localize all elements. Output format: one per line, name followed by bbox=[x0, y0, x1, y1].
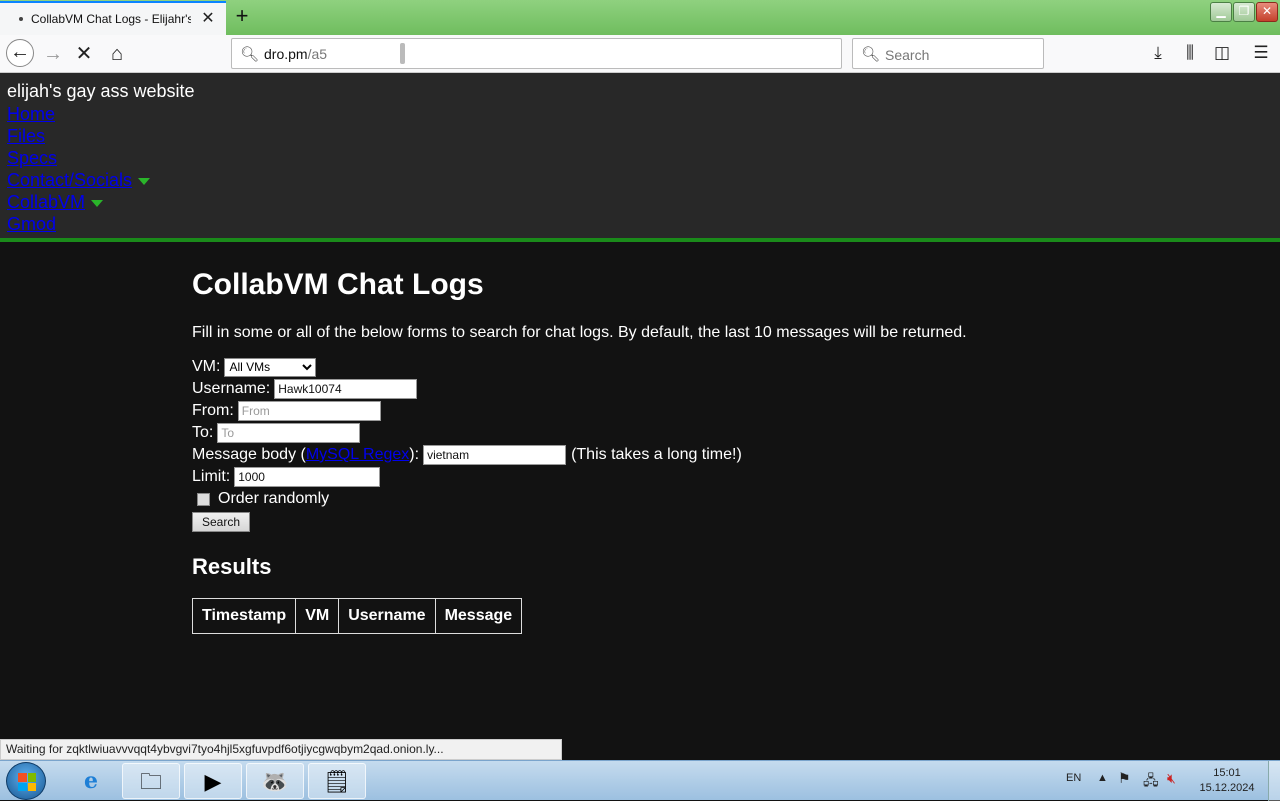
taskbar: e 🗀 ▶ 🦝 🗒 EN ▲ ⚑ 🖧 🔇︎ 15:01 15.12.2024 bbox=[0, 760, 1280, 801]
search-icon: 🔍︎ bbox=[861, 46, 881, 63]
file-explorer-icon[interactable]: 🗀 bbox=[122, 763, 180, 799]
loading-dot-icon bbox=[19, 17, 23, 21]
order-randomly-checkbox[interactable] bbox=[197, 492, 210, 506]
media-player-icon[interactable]: ▶ bbox=[184, 763, 242, 799]
from-input[interactable] bbox=[237, 401, 381, 421]
mouse-cursor bbox=[400, 43, 405, 64]
browser-tab-bar: CollabVM Chat Logs - Elijahr's ✕ + ▁ ❐ ✕ bbox=[0, 0, 1280, 35]
new-tab-button[interactable]: + bbox=[232, 5, 252, 29]
column-header[interactable]: Message bbox=[434, 598, 523, 634]
dropdown-arrow-icon[interactable] bbox=[91, 200, 104, 208]
to-row: To: bbox=[192, 422, 1092, 444]
menu-icon[interactable]: ☰ bbox=[1249, 41, 1273, 65]
minimize-icon[interactable]: ▁ bbox=[1210, 2, 1232, 22]
action-center-flag-icon[interactable]: ⚑ bbox=[1118, 770, 1131, 787]
limit-label: Limit: bbox=[192, 468, 231, 485]
internet-explorer-icon[interactable]: e bbox=[62, 763, 120, 799]
search-bar[interactable]: 🔍︎ Search bbox=[852, 38, 1044, 69]
username-label: Username: bbox=[192, 380, 271, 397]
search-icon: 🔍︎ bbox=[240, 46, 260, 63]
from-row: From: bbox=[192, 400, 1092, 422]
arrow-left-icon: ← bbox=[10, 41, 30, 63]
site-header: elijah's gay ass website Home Files Spec… bbox=[0, 73, 1280, 242]
clock-time: 15:01 bbox=[1213, 767, 1241, 779]
nav-gmod[interactable]: Gmod bbox=[7, 213, 150, 235]
status-bar: Waiting for zqktlwiuavvvqqt4ybvgvi7tyo4h… bbox=[0, 739, 562, 760]
mysql-regex-link[interactable]: MySQL Regex bbox=[306, 444, 409, 466]
site-nav: Home Files Specs Contact/Socials CollabV… bbox=[7, 103, 151, 235]
close-window-icon[interactable]: ✕ bbox=[1256, 2, 1278, 22]
to-label: To: bbox=[192, 424, 214, 441]
home-button[interactable]: ⌂ bbox=[103, 41, 131, 67]
page-description: Fill in some or all of the below forms t… bbox=[192, 324, 967, 341]
from-label: From: bbox=[192, 402, 234, 419]
show-hidden-icons-icon[interactable]: ▲ bbox=[1097, 772, 1108, 784]
sidebar-icon[interactable]: ◫ bbox=[1210, 41, 1234, 65]
to-input[interactable] bbox=[217, 423, 361, 443]
limit-input[interactable] bbox=[234, 467, 381, 487]
start-button[interactable] bbox=[6, 762, 46, 800]
window-controls: ▁ ❐ ✕ bbox=[1210, 2, 1278, 22]
clock-date: 15.12.2024 bbox=[1199, 782, 1255, 794]
message-note: (This takes a long time!) bbox=[571, 446, 742, 463]
stop-button[interactable]: ✕ bbox=[70, 41, 98, 67]
column-header[interactable]: Username bbox=[338, 598, 436, 634]
browser-toolbar: ← → ✕ ⌂ 🔍︎ dro.pm/a5 🔍︎ Search ⤓ ⫼ ◫ ☰ bbox=[0, 35, 1280, 73]
web-page: elijah's gay ass website Home Files Spec… bbox=[0, 73, 1280, 760]
url-path: /a5 bbox=[307, 46, 328, 62]
show-desktop-button[interactable] bbox=[1268, 761, 1280, 801]
system-clock[interactable]: 15:01 15.12.2024 bbox=[1192, 766, 1262, 796]
message-input[interactable] bbox=[423, 445, 567, 465]
results-table: Timestamp VM Username Message bbox=[191, 598, 523, 634]
order-row: Order randomly bbox=[192, 488, 1092, 510]
message-label-post: ): bbox=[409, 446, 420, 463]
url-text[interactable]: dro.pm/a5 bbox=[264, 46, 327, 62]
raccoon-app-icon[interactable]: 🦝 bbox=[246, 763, 304, 799]
column-header[interactable]: VM bbox=[295, 598, 340, 634]
vm-row: VM: All VMs bbox=[192, 356, 1092, 378]
search-placeholder: Search bbox=[885, 47, 930, 63]
nav-specs[interactable]: Specs bbox=[7, 147, 150, 169]
username-row: Username: bbox=[192, 378, 1092, 400]
url-host: dro.pm bbox=[264, 46, 308, 62]
nav-files[interactable]: Files bbox=[7, 125, 150, 147]
nav-contact[interactable]: Contact/Socials bbox=[7, 170, 132, 190]
close-tab-icon[interactable]: ✕ bbox=[200, 9, 216, 29]
browser-tab[interactable]: CollabVM Chat Logs - Elijahr's ✕ bbox=[0, 1, 226, 35]
tab-title: CollabVM Chat Logs - Elijahr's bbox=[31, 12, 191, 26]
nav-home[interactable]: Home bbox=[7, 103, 150, 125]
vm-label: VM: bbox=[192, 358, 221, 375]
network-icon[interactable]: 🖧 bbox=[1143, 770, 1159, 794]
page-title: CollabVM Chat Logs bbox=[192, 268, 484, 301]
message-label-pre: Message body ( bbox=[192, 446, 306, 463]
site-name: elijah's gay ass website bbox=[7, 81, 195, 101]
main-content: CollabVM Chat Logs Fill in some or all o… bbox=[191, 268, 1092, 634]
address-bar[interactable]: 🔍︎ dro.pm/a5 bbox=[231, 38, 842, 69]
notepad-icon[interactable]: 🗒 bbox=[308, 763, 366, 799]
vm-select[interactable]: All VMs bbox=[224, 357, 317, 377]
dropdown-arrow-icon[interactable] bbox=[138, 178, 151, 186]
order-randomly-label: Order randomly bbox=[218, 490, 330, 507]
column-header[interactable]: Timestamp bbox=[191, 598, 297, 634]
nav-contact-group: Contact/Socials bbox=[7, 169, 151, 191]
volume-muted-icon[interactable]: 🔇︎ bbox=[1167, 770, 1176, 787]
windows-logo-icon bbox=[18, 773, 36, 791]
forward-button[interactable]: → bbox=[39, 41, 67, 67]
restore-icon[interactable]: ❐ bbox=[1233, 2, 1255, 22]
nav-collabvm-group: CollabVM bbox=[7, 191, 150, 213]
arrow-right-icon: → bbox=[43, 43, 63, 65]
stop-icon: ✕ bbox=[75, 43, 93, 65]
back-button[interactable]: ← bbox=[6, 39, 34, 67]
download-icon[interactable]: ⤓ bbox=[1146, 41, 1170, 65]
language-indicator[interactable]: EN bbox=[1066, 772, 1081, 784]
search-button[interactable]: Search bbox=[192, 512, 251, 532]
message-row: Message body (MySQL Regex): (This takes … bbox=[192, 444, 1092, 466]
nav-collabvm[interactable]: CollabVM bbox=[7, 192, 85, 212]
results-heading: Results bbox=[192, 554, 272, 579]
table-header-row: Timestamp VM Username Message bbox=[191, 598, 523, 634]
username-input[interactable] bbox=[274, 379, 418, 399]
library-icon[interactable]: ⫼ bbox=[1178, 41, 1202, 65]
limit-row: Limit: bbox=[192, 466, 1092, 488]
home-icon: ⌂ bbox=[110, 43, 124, 65]
